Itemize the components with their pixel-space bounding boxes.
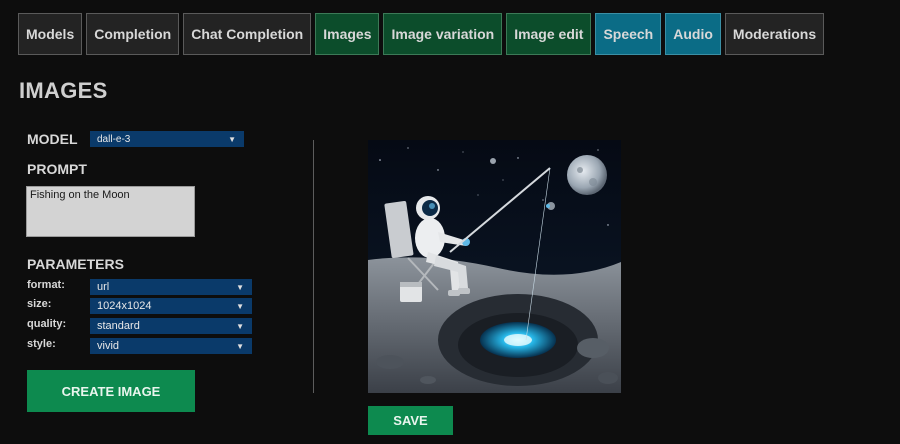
quality-select-value: standard [97,320,140,332]
style-label: style: [27,338,56,350]
style-select[interactable]: vivid ▼ [90,338,252,354]
quality-label: quality: [27,318,67,330]
tab-moderations[interactable]: Moderations [724,13,825,55]
astronaut-fishing-image [368,140,621,393]
page-title: IMAGES [19,78,108,103]
top-nav-tabs: Models Completion Chat Completion Images… [18,13,825,55]
quality-select[interactable]: standard ▼ [90,318,252,334]
caret-down-icon: ▼ [236,282,244,292]
model-select-value: dall-e-3 [97,133,131,145]
tab-image-edit[interactable]: Image edit [506,13,592,55]
tab-speech[interactable]: Speech [595,13,662,55]
tab-models[interactable]: Models [18,13,83,55]
format-select[interactable]: url ▼ [90,279,252,295]
caret-down-icon: ▼ [236,301,244,311]
tab-chat-completion[interactable]: Chat Completion [183,13,312,55]
caret-down-icon: ▼ [236,341,244,351]
format-select-value: url [97,281,110,293]
parameters-label: PARAMETERS [27,256,124,272]
caret-down-icon: ▼ [228,134,236,144]
prompt-label: PROMPT [27,161,87,177]
generated-image [368,140,621,393]
size-label: size: [27,298,52,310]
style-select-value: vivid [97,340,120,352]
tab-completion[interactable]: Completion [86,13,180,55]
tab-image-variation[interactable]: Image variation [383,13,503,55]
size-select-value: 1024x1024 [97,300,152,312]
images-page: Models Completion Chat Completion Images… [0,0,900,444]
format-label: format: [27,279,65,291]
size-select[interactable]: 1024x1024 ▼ [90,298,252,314]
vertical-divider [313,140,314,393]
tab-audio[interactable]: Audio [665,13,721,55]
model-select[interactable]: dall-e-3 ▼ [90,131,244,147]
caret-down-icon: ▼ [236,321,244,331]
model-label: MODEL [27,131,78,147]
prompt-textarea[interactable]: Fishing on the Moon [26,186,195,237]
create-image-button[interactable]: CREATE IMAGE [27,370,195,412]
tab-images[interactable]: Images [315,13,380,55]
save-button[interactable]: SAVE [368,406,453,435]
